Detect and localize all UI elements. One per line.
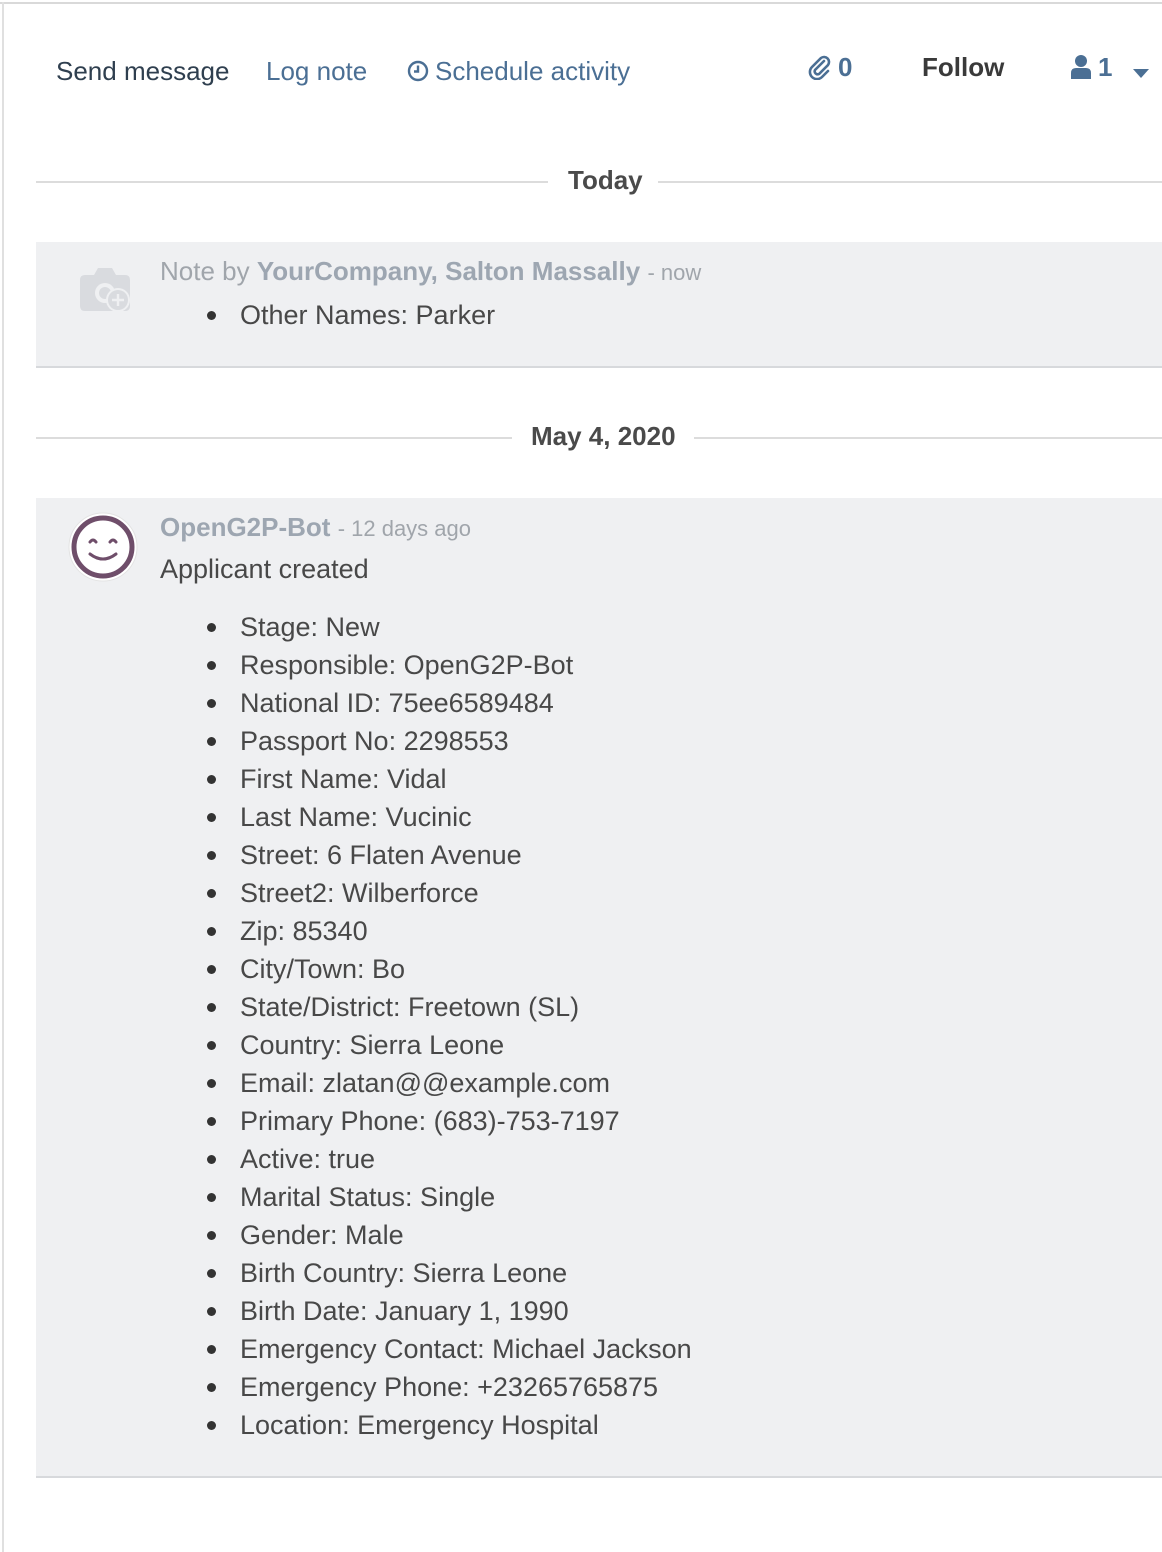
separator-label: Today <box>568 165 643 195</box>
tracking-value: Street2: Wilberforce <box>160 874 692 912</box>
follow-button[interactable]: Follow <box>922 52 1004 82</box>
tracking-values: Stage: New Responsible: OpenG2P-Bot Nati… <box>160 608 692 1444</box>
message-author[interactable]: OpenG2P-Bot <box>160 512 330 542</box>
tracking-value: Street: 6 Flaten Avenue <box>160 836 692 874</box>
tracking-value: Responsible: OpenG2P-Bot <box>160 646 692 684</box>
message-header: OpenG2P-Bot - 12 days ago <box>160 512 471 543</box>
send-message-button[interactable]: Send message <box>56 56 229 86</box>
tracking-value: Location: Emergency Hospital <box>160 1406 692 1444</box>
schedule-activity-button[interactable]: Schedule activity <box>407 56 630 86</box>
tracking-value: National ID: 75ee6589484 <box>160 684 692 722</box>
log-note-button[interactable]: Log note <box>266 56 367 86</box>
attachments-button[interactable]: 0 <box>808 52 852 82</box>
tracking-value: Gender: Male <box>160 1216 692 1254</box>
separator-label: May 4, 2020 <box>531 421 676 451</box>
tracking-value: Zip: 85340 <box>160 912 692 950</box>
tracking-values: Other Names: Parker <box>160 296 495 334</box>
message-time: - now <box>647 260 702 285</box>
tracking-value: Last Name: Vucinic <box>160 798 692 836</box>
tracking-value: Emergency Phone: +23265765875 <box>160 1368 692 1406</box>
tracking-value: Passport No: 2298553 <box>160 722 692 760</box>
chatter-message: OpenG2P-Bot - 12 days ago Applicant crea… <box>36 498 1162 1478</box>
separator-line <box>658 181 1162 183</box>
clock-icon <box>407 60 429 82</box>
followers-dropdown-toggle[interactable] <box>1132 56 1150 86</box>
tracking-value: City/Town: Bo <box>160 950 692 988</box>
message-time: - 12 days ago <box>337 516 471 541</box>
author-avatar[interactable] <box>68 512 138 587</box>
tracking-value: Stage: New <box>160 608 692 646</box>
message-author[interactable]: YourCompany, Salton Massally <box>257 256 640 286</box>
tracking-value: Birth Date: January 1, 1990 <box>160 1292 692 1330</box>
message-body: Applicant created <box>160 554 369 584</box>
smiley-avatar-icon <box>68 512 138 582</box>
attachments-count: 0 <box>838 52 853 82</box>
tracking-value: Marital Status: Single <box>160 1178 692 1216</box>
left-border <box>2 2 4 1552</box>
message-header: Note by YourCompany, Salton Massally - n… <box>160 256 701 287</box>
camera-plus-icon <box>80 268 130 312</box>
separator-line <box>694 437 1162 439</box>
user-icon <box>1071 55 1091 79</box>
message-prefix: Note by <box>160 256 250 286</box>
followers-button[interactable]: 1 <box>1070 52 1112 82</box>
caret-down-icon <box>1133 69 1149 78</box>
tracking-value: Emergency Contact: Michael Jackson <box>160 1330 692 1368</box>
tracking-value: Birth Country: Sierra Leone <box>160 1254 692 1292</box>
tracking-value: State/District: Freetown (SL) <box>160 988 692 1026</box>
followers-count: 1 <box>1098 52 1113 82</box>
separator-line <box>36 437 512 439</box>
tracking-value: Active: true <box>160 1140 692 1178</box>
tracking-value: First Name: Vidal <box>160 760 692 798</box>
tracking-value: Primary Phone: (683)-753-7197 <box>160 1102 692 1140</box>
paperclip-icon <box>808 55 831 80</box>
separator-line <box>36 181 548 183</box>
date-separator-today: Today <box>36 161 1162 201</box>
author-avatar <box>76 264 136 323</box>
tracking-value: Country: Sierra Leone <box>160 1026 692 1064</box>
chatter-toolbar: Send message Log note Schedule activity … <box>0 0 1162 130</box>
tracking-value: Other Names: Parker <box>160 296 495 334</box>
date-separator-date: May 4, 2020 <box>36 417 1162 457</box>
chatter-message: Note by YourCompany, Salton Massally - n… <box>36 242 1162 368</box>
schedule-activity-label: Schedule activity <box>435 56 631 86</box>
tracking-value: Email: zlatan@@example.com <box>160 1064 692 1102</box>
